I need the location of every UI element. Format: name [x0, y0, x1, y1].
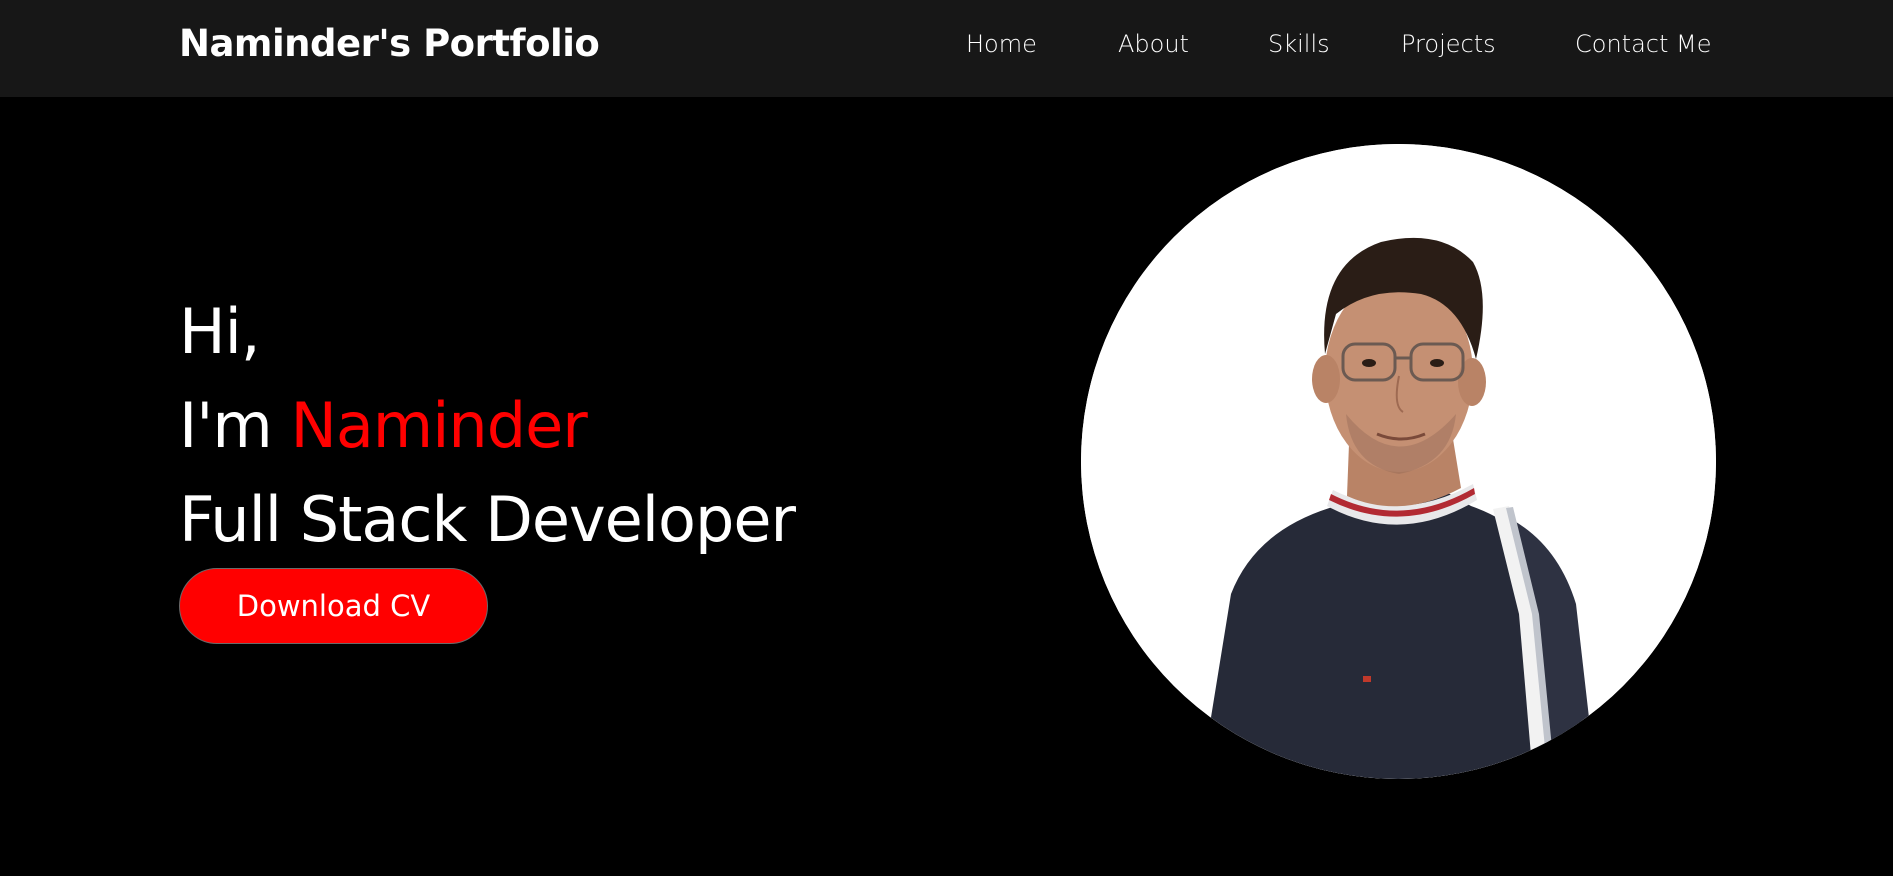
nav-link-skills[interactable]: Skills — [1268, 30, 1330, 58]
greeting-text: Hi, — [179, 295, 261, 368]
nav-link-contact[interactable]: Contact Me — [1575, 30, 1711, 58]
download-cv-button[interactable]: Download CV — [179, 568, 488, 644]
intro-prefix: I'm — [179, 389, 291, 462]
nav-link-projects[interactable]: Projects — [1401, 30, 1496, 58]
nav-link-about[interactable]: About — [1118, 30, 1189, 58]
name-highlight: Naminder — [290, 389, 587, 462]
hero-section: Hi, I'm Naminder Full Stack Developer Do… — [0, 97, 1893, 876]
intro-line: I'm Naminder — [179, 389, 588, 462]
nav-link-home[interactable]: Home — [966, 30, 1037, 58]
nav-links: Home About Skills Projects Contact Me — [0, 30, 1893, 70]
navbar: Naminder's Portfolio Home About Skills P… — [0, 0, 1893, 97]
role-title: Full Stack Developer — [179, 483, 796, 556]
profile-photo-illustration — [1081, 144, 1716, 779]
profile-photo — [1081, 144, 1716, 779]
